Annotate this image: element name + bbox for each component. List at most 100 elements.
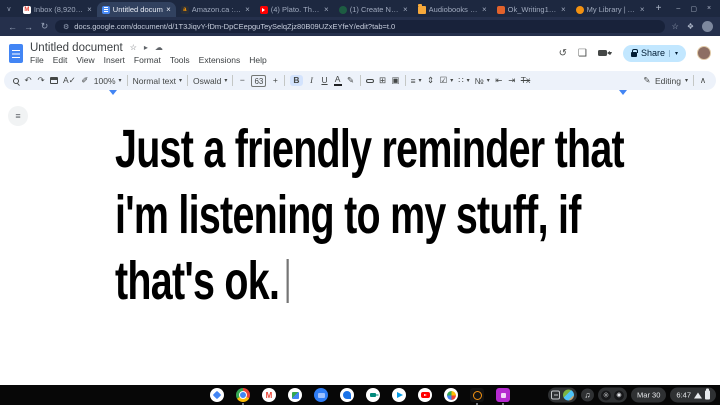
tab-close-icon[interactable]: × <box>245 6 250 14</box>
tab-close-icon[interactable]: × <box>324 6 329 14</box>
font-size-input[interactable]: 63 <box>251 75 266 87</box>
close-window-icon[interactable]: × <box>707 5 711 12</box>
add-comment-icon[interactable]: ⊞ <box>379 76 387 85</box>
youtube-app-icon[interactable] <box>418 388 432 402</box>
decrease-font-size-icon[interactable]: − <box>238 76 246 85</box>
font-select[interactable]: Oswald ▾ <box>193 76 227 86</box>
minimize-icon[interactable]: – <box>676 5 680 12</box>
document-outline-button[interactable]: ≡ <box>8 106 28 126</box>
media-controls-icon[interactable]: ♫ <box>581 389 594 402</box>
right-indent-marker[interactable] <box>619 90 627 95</box>
menu-help[interactable]: Help <box>249 55 266 65</box>
checklist-select[interactable]: ☑ ▾ <box>440 75 454 86</box>
chrome-icon[interactable] <box>236 388 250 402</box>
tab-ok-writing[interactable]: Ok_Writing1472 × <box>492 2 571 17</box>
system-tray[interactable]: 6:47 <box>670 388 716 403</box>
browser-profile-avatar[interactable] <box>702 21 713 32</box>
bulleted-list-select[interactable]: ∷ ▾ <box>458 75 469 86</box>
menu-format[interactable]: Format <box>134 55 161 65</box>
bookmark-star-icon[interactable]: ☆ <box>672 22 679 31</box>
menu-view[interactable]: View <box>76 55 94 65</box>
tab-close-icon[interactable]: × <box>166 6 171 14</box>
url-text[interactable]: docs.google.com/document/d/1T3JiqvY-fDm-… <box>74 22 395 31</box>
underline-button[interactable]: U <box>321 76 329 85</box>
insert-image-icon[interactable]: ▣ <box>392 76 400 85</box>
document-title[interactable]: Untitled document <box>30 42 123 54</box>
menu-extensions[interactable]: Extensions <box>199 55 241 65</box>
search-menus-icon[interactable] <box>13 78 19 84</box>
version-history-icon[interactable]: ↺ <box>559 48 567 59</box>
extensions-icon[interactable]: ❖ <box>687 22 694 31</box>
paint-format-icon[interactable]: ✐ <box>81 76 89 85</box>
tab-close-icon[interactable]: × <box>482 6 487 14</box>
tab-audiobooks-folder[interactable]: Audiobooks ma × <box>413 2 492 17</box>
audible-app-icon[interactable] <box>470 388 484 402</box>
star-document-icon[interactable]: ☆ <box>130 43 137 52</box>
text-color-button[interactable]: A <box>334 75 342 86</box>
insert-link-icon[interactable] <box>366 79 374 83</box>
google-photos-icon[interactable] <box>444 388 458 402</box>
screen-capture-icon[interactable]: ◎ <box>601 390 611 400</box>
increase-font-size-icon[interactable]: + <box>271 76 279 85</box>
cloud-saved-icon[interactable]: ☁ <box>155 43 163 52</box>
print-icon[interactable] <box>50 77 58 84</box>
document-text[interactable]: Just a friendly reminder that i'm listen… <box>115 116 720 314</box>
document-canvas[interactable]: ≡ Just a friendly reminder that i'm list… <box>0 98 720 385</box>
increase-indent-icon[interactable]: ⇥ <box>508 76 516 85</box>
menu-edit[interactable]: Edit <box>53 55 68 65</box>
back-icon[interactable]: ← <box>7 22 18 32</box>
undo-icon[interactable]: ↶ <box>24 76 32 85</box>
tab-close-icon[interactable]: × <box>561 6 566 14</box>
comments-icon[interactable]: ❑ <box>578 48 587 59</box>
italic-button[interactable]: I <box>308 76 316 85</box>
spell-check-icon[interactable]: A✓ <box>63 76 76 85</box>
tab-close-icon[interactable]: × <box>640 6 645 14</box>
record-icon[interactable]: ◉ <box>614 390 624 400</box>
move-to-folder-icon[interactable]: ▸ <box>144 43 148 52</box>
share-button[interactable]: Share ▾ <box>623 45 686 62</box>
reload-icon[interactable]: ↻ <box>39 21 50 32</box>
tab-youtube-plato[interactable]: (4) Plato. The So × <box>255 2 334 17</box>
tab-search-icon[interactable]: ∨ <box>3 3 15 15</box>
meet-call-button[interactable]: ▾ <box>598 50 612 57</box>
hide-menus-icon[interactable]: ∧ <box>699 76 707 85</box>
menu-tools[interactable]: Tools <box>170 55 190 65</box>
clear-formatting-icon[interactable]: Tx <box>521 76 530 85</box>
numbered-list-select[interactable]: № ▾ <box>475 76 490 86</box>
forward-icon[interactable]: → <box>23 22 34 32</box>
decrease-indent-icon[interactable]: ⇤ <box>495 76 503 85</box>
new-tab-button[interactable]: + <box>656 3 662 14</box>
url-bar[interactable]: ⚙ docs.google.com/document/d/1T3JiqvY-fD… <box>55 20 665 33</box>
google-news-icon[interactable] <box>288 388 302 402</box>
account-avatar[interactable] <box>697 46 711 60</box>
play-books-app-icon[interactable] <box>496 388 510 402</box>
highlight-color-icon[interactable]: ✎ <box>347 76 355 85</box>
menu-insert[interactable]: Insert <box>104 55 125 65</box>
bold-button[interactable]: B <box>290 75 302 86</box>
menu-file[interactable]: File <box>30 55 44 65</box>
tab-create-new[interactable]: (1) Create New P × <box>334 2 413 17</box>
launcher-icon[interactable] <box>210 388 224 402</box>
redo-icon[interactable]: ↷ <box>37 76 45 85</box>
meet-app-icon[interactable] <box>366 388 380 402</box>
gmail-app-icon[interactable]: M <box>262 388 276 402</box>
left-indent-marker[interactable] <box>109 90 117 95</box>
tab-close-icon[interactable]: × <box>87 6 92 14</box>
tab-audible-library[interactable]: My Library | Aud × <box>571 2 650 17</box>
site-settings-icon[interactable]: ⚙ <box>63 23 69 31</box>
paragraph-style-select[interactable]: Normal text ▾ <box>133 76 182 86</box>
maximize-icon[interactable]: ▢ <box>690 5 697 13</box>
messages-app-icon[interactable] <box>340 388 354 402</box>
zoom-select[interactable]: 100% ▾ <box>94 76 122 86</box>
google-docs-logo[interactable] <box>9 44 23 63</box>
tab-gmail[interactable]: M Inbox (8,920) - j × <box>18 2 97 17</box>
tab-untitled-document[interactable]: Untitled docum × <box>97 2 176 17</box>
media-notification[interactable] <box>548 388 577 403</box>
tab-amazon[interactable]: a Amazon.ca : plu × <box>176 2 255 17</box>
line-spacing-icon[interactable]: ⇕ <box>427 76 435 85</box>
play-store-icon[interactable] <box>392 388 406 402</box>
date-badge[interactable]: Mar 30 <box>631 388 666 403</box>
dismiss-media-icon[interactable] <box>551 391 560 400</box>
tab-close-icon[interactable]: × <box>403 6 408 14</box>
share-dropdown-icon[interactable]: ▾ <box>669 50 678 57</box>
